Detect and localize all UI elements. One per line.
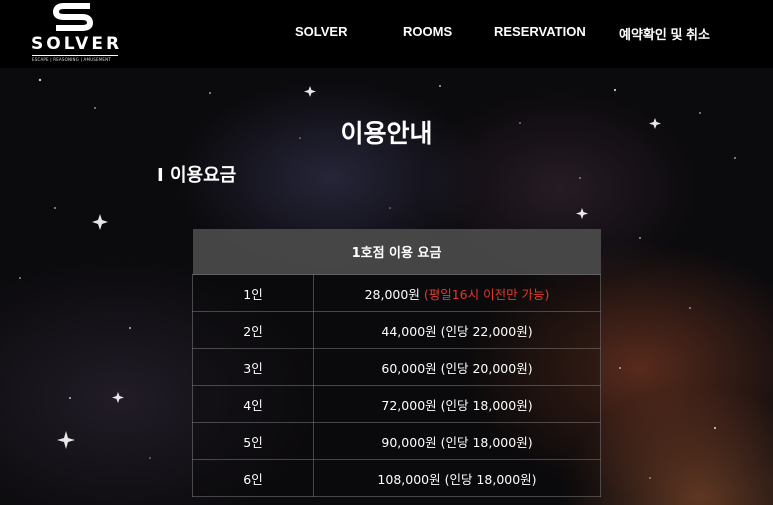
nav-item-solver[interactable]: SOLVER xyxy=(295,24,348,39)
people-count-cell: 1인 xyxy=(192,274,314,312)
price-text: 28,000원 xyxy=(364,286,420,302)
section-title: I 이용요금 xyxy=(157,165,237,186)
table-row: 1인 28,000원 (평일16시 이전만 가능) xyxy=(192,274,601,312)
price-cell: 72,000원 (인당 18,000원) xyxy=(313,385,601,423)
people-count-cell: 4인 xyxy=(192,385,314,423)
price-note: (평일16시 이전만 가능) xyxy=(423,286,550,302)
price-cell: 28,000원 (평일16시 이전만 가능) xyxy=(313,274,601,312)
people-count-cell: 3인 xyxy=(192,348,314,386)
nav-item-reservation[interactable]: RESERVATION xyxy=(494,24,586,39)
nav-item-rooms[interactable]: ROOMS xyxy=(403,24,452,39)
price-table: 1호점 이용 요금 1인 28,000원 (평일16시 이전만 가능) 2인 4… xyxy=(192,229,601,497)
price-cell: 108,000원 (인당 18,000원) xyxy=(313,459,601,497)
table-row: 6인 108,000원 (인당 18,000원) xyxy=(192,459,601,497)
brand-logo[interactable]: SOLVER ESCAPE | REASONING | AMUSEMENT xyxy=(30,0,120,64)
people-count-cell: 2인 xyxy=(192,311,314,349)
table-row: 2인 44,000원 (인당 22,000원) xyxy=(192,311,601,349)
table-row: 3인 60,000원 (인당 20,000원) xyxy=(192,348,601,386)
table-row: 4인 72,000원 (인당 18,000원) xyxy=(192,385,601,423)
nav-item-reservation-check[interactable]: 예약확인 및 취소 xyxy=(619,24,710,43)
brand-tagline: ESCAPE | REASONING | AMUSEMENT xyxy=(32,57,111,62)
main-content: 이용안내 I 이용요금 1호점 이용 요금 1인 28,000원 (평일16시 … xyxy=(0,0,773,505)
logo-divider xyxy=(32,55,118,56)
price-cell: 90,000원 (인당 18,000원) xyxy=(313,422,601,460)
solver-logo-icon xyxy=(52,3,94,31)
people-count-cell: 6인 xyxy=(192,459,314,497)
price-cell: 60,000원 (인당 20,000원) xyxy=(313,348,601,386)
price-table-header: 1호점 이용 요금 xyxy=(192,229,601,275)
price-table-header-row: 1호점 이용 요금 xyxy=(192,229,601,275)
brand-name: SOLVER xyxy=(31,34,123,54)
table-row: 5인 90,000원 (인당 18,000원) xyxy=(192,422,601,460)
site-header: SOLVER ESCAPE | REASONING | AMUSEMENT SO… xyxy=(0,0,773,68)
price-cell: 44,000원 (인당 22,000원) xyxy=(313,311,601,349)
page-title: 이용안내 xyxy=(340,119,433,148)
people-count-cell: 5인 xyxy=(192,422,314,460)
page: SOLVER ESCAPE | REASONING | AMUSEMENT SO… xyxy=(0,0,773,505)
